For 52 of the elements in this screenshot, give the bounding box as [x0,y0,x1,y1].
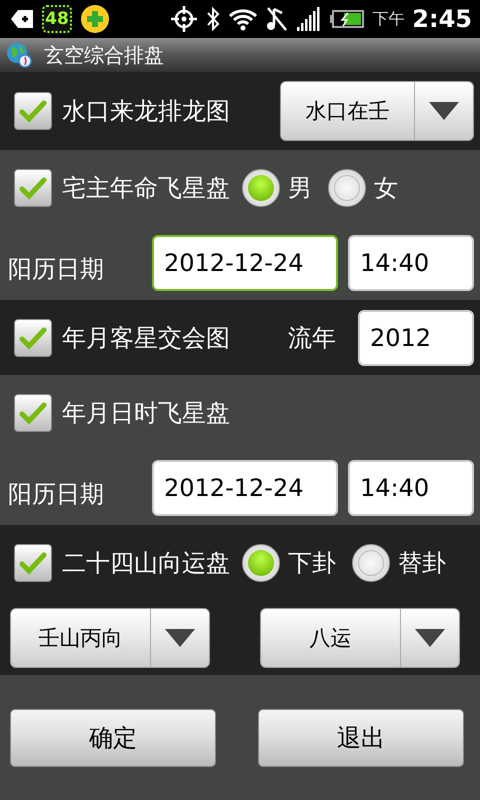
back-icon [10,9,34,29]
checkbox-label: 年月日时飞星盘 [62,398,230,428]
input-field[interactable]: 2012-12-24 [152,234,338,290]
check-icon [19,176,47,200]
signal-icon [296,7,322,31]
dropdown[interactable]: 水口在壬 [280,81,474,141]
wifi-icon [228,7,258,31]
checkbox[interactable] [14,394,52,432]
check-icon [19,326,47,350]
caret-icon [415,628,445,646]
checkbox[interactable] [14,318,52,356]
globe-icon [6,42,32,68]
window-title: 玄空综合排盘 [44,42,164,68]
checkbox-label: 水口来龙排龙图 [62,96,230,127]
check-icon [19,400,47,424]
checkbox-label: 二十四山向运盘 [62,548,230,578]
checkbox-label: 宅主年命飞星盘 [62,172,230,204]
radio-label: 女 [374,172,398,204]
muted-note-icon [266,6,288,32]
input-field[interactable]: 2012-12-24 [152,460,338,516]
crosshair-icon [170,5,198,33]
action-button[interactable]: 确定 [10,708,216,766]
radio-button[interactable] [242,168,280,206]
check-icon [19,550,47,574]
input-field[interactable]: 14:40 [348,234,474,290]
dropdown[interactable]: 八运 [260,608,460,668]
bluetooth-icon [206,6,220,32]
checkbox[interactable] [14,92,52,130]
check-icon [19,99,47,123]
battery-icon [330,10,364,28]
checkbox[interactable] [14,544,52,582]
counter-badge: 48 [42,5,72,33]
field-label: 流年 [288,322,336,354]
caret-icon [165,628,195,646]
input-field[interactable]: 14:40 [348,460,474,516]
dropdown[interactable]: 壬山丙向 [10,608,210,668]
radio-button[interactable] [328,168,366,206]
checkbox[interactable] [14,168,52,206]
field-label: 阳历日期 [8,254,105,284]
radio-label: 下卦 [288,548,336,578]
checkbox-label: 年月客星交会图 [62,322,230,354]
clock-time: 2:45 [412,5,472,33]
radio-button[interactable] [242,544,280,582]
radio-label: 男 [288,172,312,204]
plus-icon [80,4,110,34]
radio-label: 替卦 [398,548,446,578]
action-button[interactable]: 退出 [258,708,464,766]
input-field[interactable]: 2012 [358,310,474,366]
clock-period: 下午 [372,8,404,30]
radio-button[interactable] [352,544,390,582]
caret-icon [429,102,459,120]
field-label: 阳历日期 [8,478,105,510]
